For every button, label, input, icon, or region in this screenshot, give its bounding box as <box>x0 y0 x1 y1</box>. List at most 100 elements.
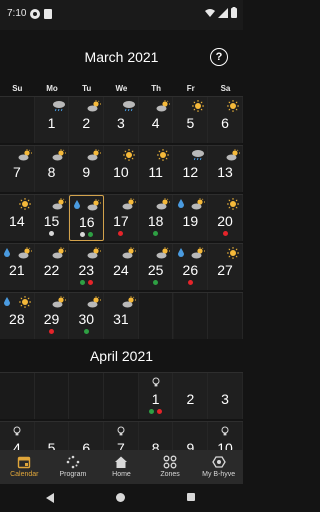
recents-icon[interactable] <box>187 493 195 501</box>
event-dots <box>139 231 173 236</box>
home-icon <box>115 456 128 468</box>
partly-sunny-icon <box>52 296 67 308</box>
weekday-label: We <box>115 84 128 93</box>
event-dots <box>139 409 173 414</box>
green-event-dot <box>79 280 85 285</box>
day-cell[interactable]: 30 <box>69 293 105 339</box>
day-number: 30 <box>78 311 95 327</box>
day-cell[interactable]: 29 <box>35 293 70 339</box>
day-number: 2 <box>82 115 91 131</box>
week-row: 7 8 9 10 11 12 13 <box>0 145 243 192</box>
day-cell[interactable]: 31 <box>104 293 139 339</box>
event-dots <box>208 231 242 236</box>
nav-item-program[interactable]: Program <box>49 450 98 484</box>
water-drop-icon <box>4 248 10 257</box>
program-icon <box>66 455 80 469</box>
water-drop-icon <box>177 248 184 257</box>
day-number: 19 <box>182 213 199 229</box>
sunny-icon <box>226 247 239 259</box>
nav-item-my-b-hyve[interactable]: My B-hyve <box>194 450 243 484</box>
status-time: 7:10 <box>7 8 27 19</box>
partly-sunny-icon <box>191 247 206 259</box>
partly-sunny-icon <box>87 149 102 161</box>
day-cell[interactable]: 5 <box>174 97 209 143</box>
day-cell[interactable]: 27 <box>208 244 243 290</box>
month-divider: April 2021 <box>0 342 243 372</box>
day-cell[interactable]: 13 <box>208 146 243 192</box>
day-cell[interactable]: 26 <box>174 244 209 290</box>
partly-sunny-icon <box>87 100 102 112</box>
event-dots <box>69 329 103 334</box>
empty-day-cell <box>34 373 70 419</box>
day-cell[interactable]: 7 <box>0 146 35 192</box>
water-drop-icon <box>4 297 10 306</box>
week-row: 28 29 30 31 <box>0 292 243 339</box>
day-number: 7 <box>12 164 21 180</box>
day-cell[interactable]: 12 <box>174 146 209 192</box>
partly-sunny-icon <box>52 149 67 161</box>
weekday-label: Fr <box>186 84 195 93</box>
help-button[interactable]: ? <box>210 48 228 66</box>
day-cell[interactable]: 11 <box>139 146 174 192</box>
day-cell[interactable]: 25 <box>139 244 174 290</box>
event-dots <box>139 280 173 285</box>
sim-icon <box>44 9 52 19</box>
day-number: 17 <box>113 213 129 229</box>
day-cell[interactable]: 20 <box>208 195 243 241</box>
green-event-dot <box>149 409 155 414</box>
week-row: 1 2 3 <box>0 372 243 419</box>
day-cell[interactable]: 23 <box>69 244 105 290</box>
nav-label: Home <box>112 471 131 478</box>
battery-icon <box>231 7 237 18</box>
nav-label: Zones <box>160 471 180 478</box>
partly-sunny-icon <box>52 247 67 259</box>
day-cell[interactable]: 8 <box>35 146 70 192</box>
day-cell[interactable]: 19 <box>174 195 209 241</box>
sunny-icon <box>18 198 31 210</box>
wifi-icon <box>205 8 215 17</box>
day-number: 28 <box>9 311 25 327</box>
day-number: 26 <box>182 262 199 278</box>
day-cell[interactable]: 16 <box>69 195 105 241</box>
empty-day-cell <box>208 293 243 339</box>
nav-item-calendar[interactable]: Calendar <box>0 450 49 484</box>
home-circle-icon[interactable] <box>116 493 125 502</box>
day-cell[interactable]: 17 <box>104 195 139 241</box>
day-number: 12 <box>182 164 199 180</box>
rain-cloud-icon <box>122 101 135 112</box>
day-number: 1 <box>151 391 160 407</box>
weekday-label: Mo <box>46 84 58 93</box>
day-number: 13 <box>217 164 233 180</box>
day-number: 31 <box>113 311 129 327</box>
day-cell[interactable]: 2 <box>69 97 105 143</box>
day-cell[interactable]: 9 <box>69 146 105 192</box>
sunny-icon <box>18 296 31 308</box>
day-cell[interactable]: 21 <box>0 244 35 290</box>
day-cell[interactable]: 15 <box>35 195 70 241</box>
day-cell[interactable]: 1 <box>35 97 70 143</box>
day-cell[interactable]: 4 <box>139 97 174 143</box>
day-cell[interactable]: 24 <box>104 244 139 290</box>
day-cell[interactable]: 1 <box>139 373 174 419</box>
day-cell[interactable]: 10 <box>104 146 139 192</box>
day-cell[interactable]: 14 <box>0 195 35 241</box>
day-number: 4 <box>151 115 160 131</box>
zones-icon <box>163 455 177 469</box>
day-cell[interactable]: 18 <box>139 195 174 241</box>
nav-label: Program <box>59 471 87 478</box>
day-cell[interactable]: 6 <box>208 97 243 143</box>
day-cell[interactable]: 3 <box>104 97 139 143</box>
partly-sunny-icon <box>87 296 102 308</box>
day-cell[interactable]: 22 <box>35 244 70 290</box>
day-number: 11 <box>148 164 163 180</box>
water-drop-icon <box>177 199 184 208</box>
day-cell[interactable]: 2 <box>174 373 209 419</box>
partly-sunny-icon <box>52 198 67 210</box>
day-cell[interactable]: 28 <box>0 293 35 339</box>
day-number: 24 <box>113 262 129 278</box>
day-cell[interactable]: 3 <box>208 373 243 419</box>
nav-item-zones[interactable]: Zones <box>146 450 195 484</box>
day-number: 1 <box>47 115 56 131</box>
back-icon[interactable] <box>46 493 54 503</box>
nav-item-home[interactable]: Home <box>97 450 146 484</box>
